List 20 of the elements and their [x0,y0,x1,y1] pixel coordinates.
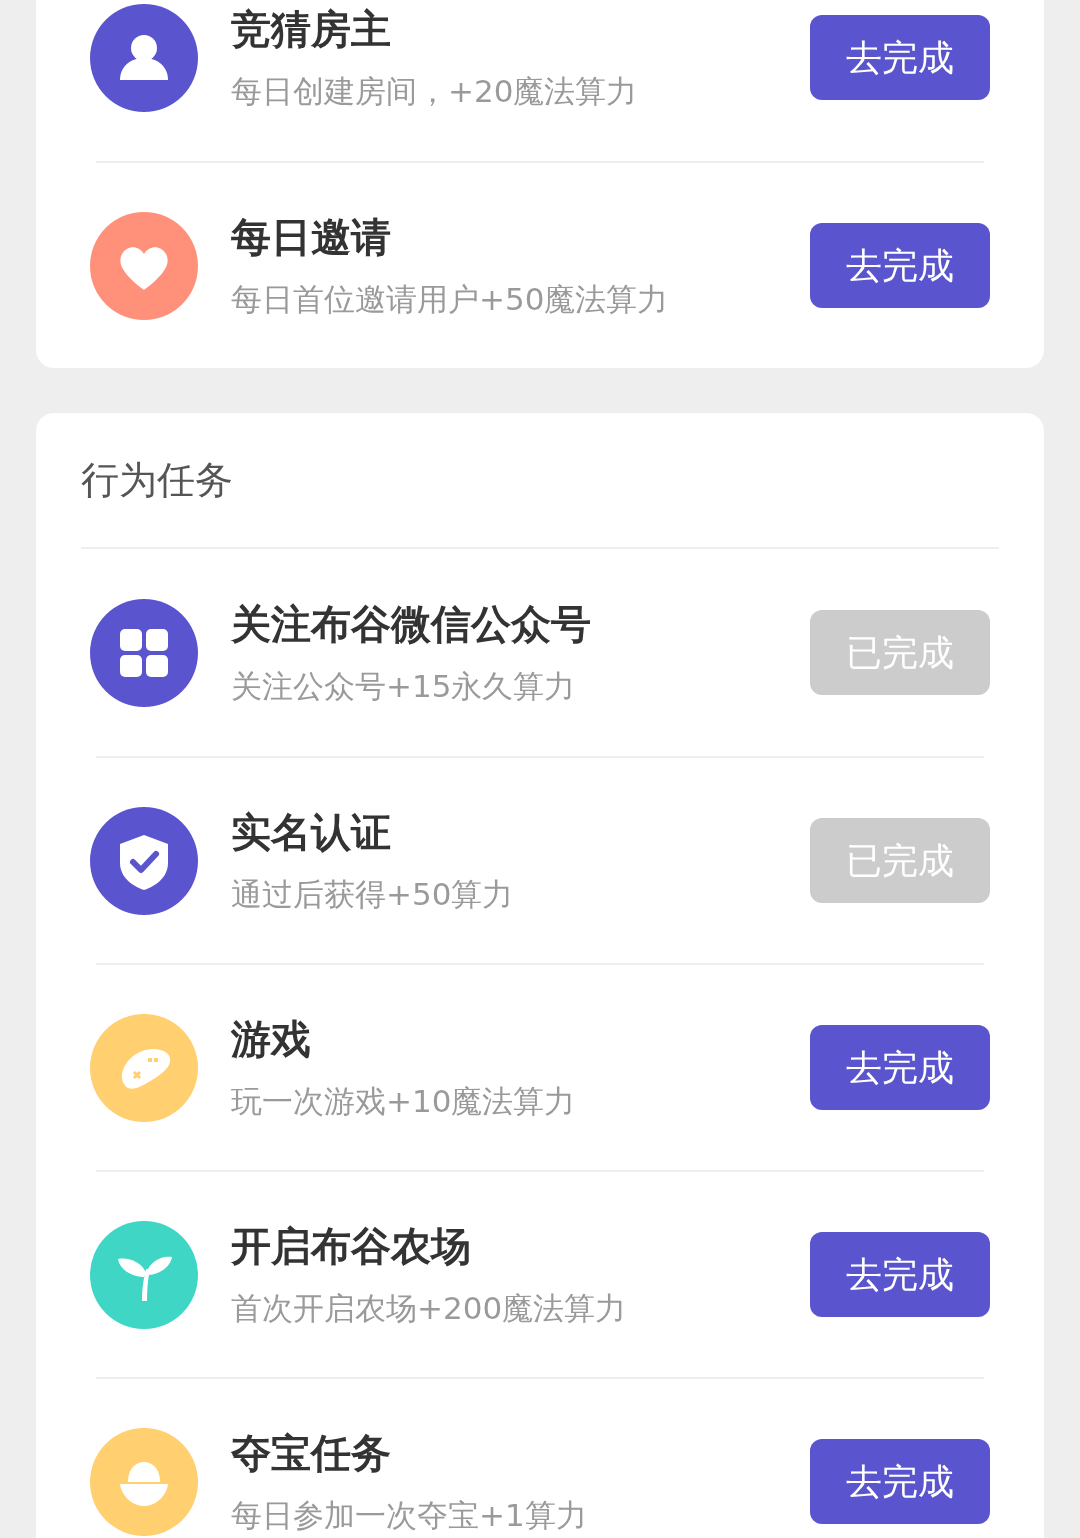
task-description: 每日首位邀请用户+50魔法算力 [231,279,670,319]
task-title: 关注布谷微信公众号 [231,599,592,648]
task-button[interactable]: 去完成 [810,1439,990,1524]
task-button[interactable]: 去完成 [810,1025,990,1110]
task-button[interactable]: 去完成 [810,15,990,100]
task-description: 每日创建房间，+20魔法算力 [231,71,639,111]
task-title: 夺宝任务 [231,1428,392,1477]
task-title: 游戏 [231,1014,312,1063]
task-title: 竞猜房主 [231,4,392,53]
task-description: 每日参加一次夺宝+1算力 [231,1495,588,1535]
task-button[interactable]: 去完成 [810,1232,990,1317]
section-heading: 行为任务 [81,456,233,504]
task-description: 玩一次游戏+10魔法算力 [231,1081,577,1121]
task-title: 每日邀请 [231,212,392,261]
task-description: 通过后获得+50算力 [231,874,515,914]
task-button[interactable]: 去完成 [810,223,990,308]
task-title: 实名认证 [231,807,392,856]
task-description: 关注公众号+15永久算力 [231,666,577,706]
task-description: 首次开启农场+200魔法算力 [231,1288,628,1328]
task-title: 开启布谷农场 [231,1221,472,1270]
